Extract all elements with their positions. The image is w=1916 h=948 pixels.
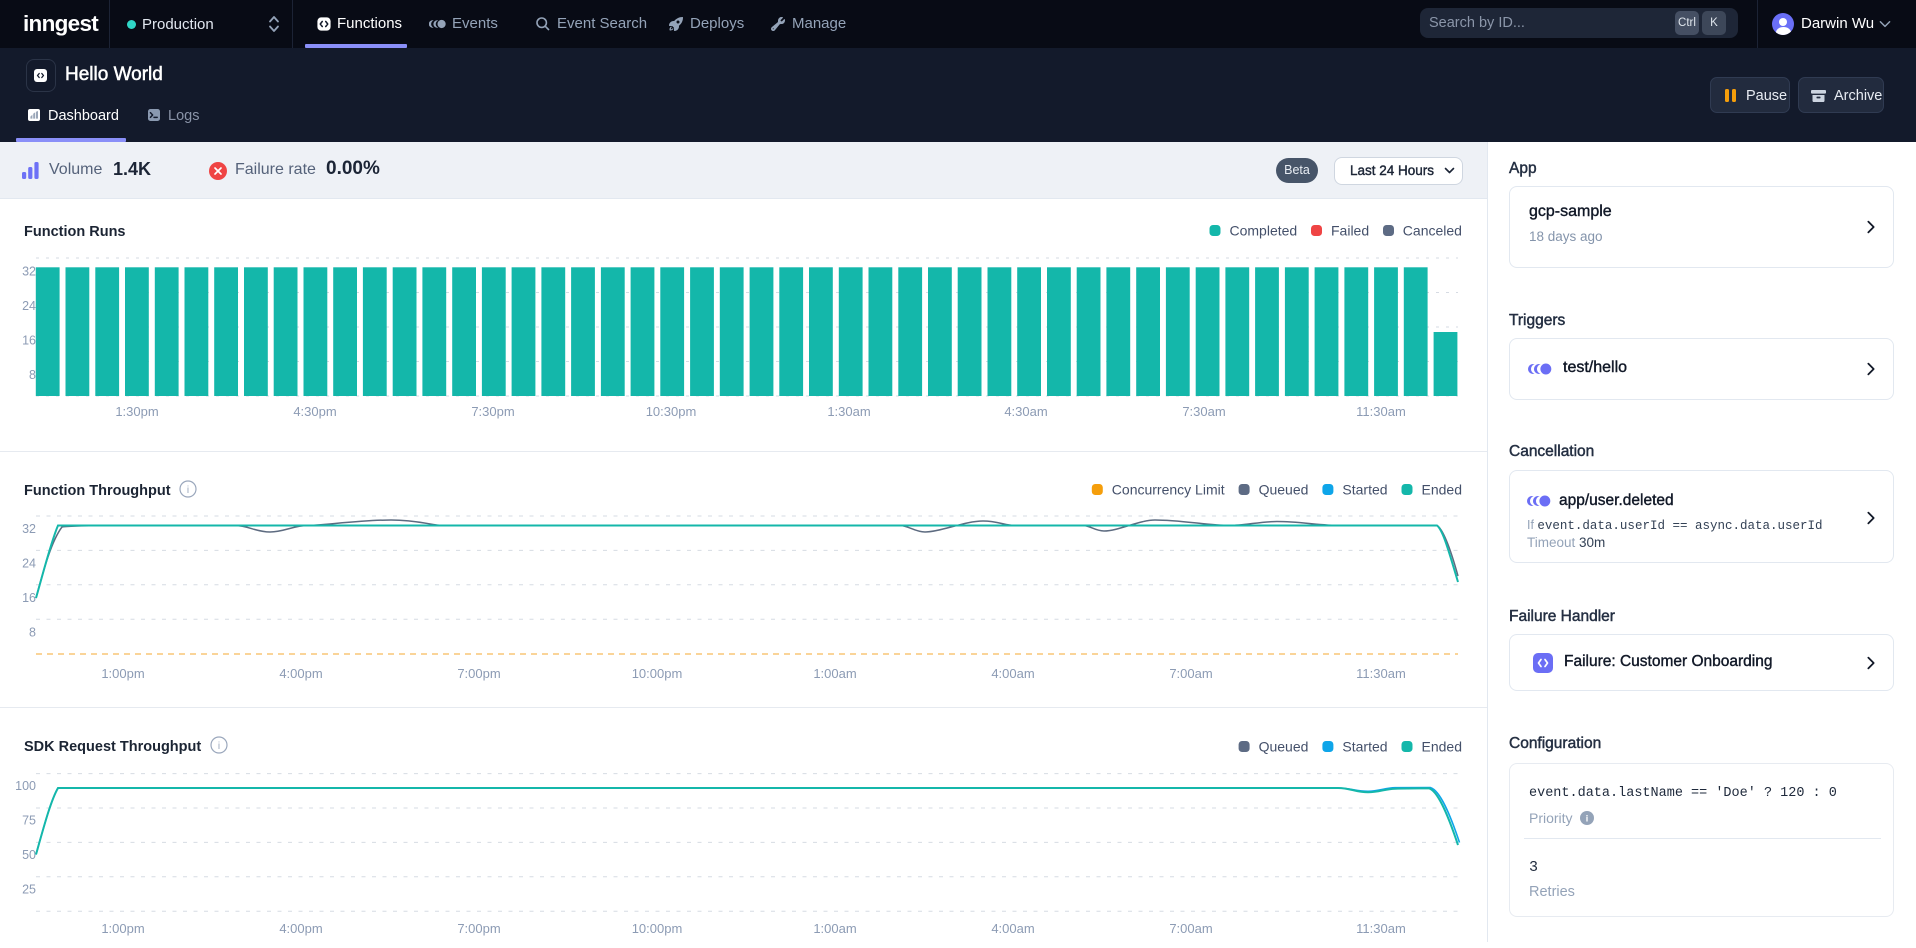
- svg-text:1:30pm: 1:30pm: [115, 404, 158, 419]
- svg-text:4:00am: 4:00am: [991, 921, 1034, 936]
- svg-text:24: 24: [22, 557, 36, 571]
- svg-text:24: 24: [22, 299, 36, 313]
- svg-text:Failed: Failed: [1331, 223, 1369, 239]
- svg-text:Concurrency Limit: Concurrency Limit: [1112, 482, 1225, 498]
- svg-text:Function Runs: Function Runs: [24, 224, 126, 240]
- svg-text:SDK Request Throughput: SDK Request Throughput: [24, 739, 201, 755]
- svg-text:Started: Started: [1342, 482, 1387, 498]
- svg-text:50: 50: [22, 848, 36, 862]
- svg-text:8: 8: [29, 626, 36, 640]
- svg-text:i: i: [218, 741, 220, 752]
- svg-text:1:00am: 1:00am: [813, 921, 856, 936]
- svg-text:Completed: Completed: [1230, 223, 1298, 239]
- svg-text:10:00pm: 10:00pm: [632, 666, 683, 681]
- svg-text:4:00am: 4:00am: [991, 666, 1034, 681]
- svg-text:4:30pm: 4:30pm: [293, 404, 336, 419]
- svg-text:Started: Started: [1342, 739, 1387, 755]
- svg-text:11:30am: 11:30am: [1356, 404, 1406, 419]
- svg-text:10:00pm: 10:00pm: [632, 921, 683, 936]
- svg-text:32: 32: [22, 522, 36, 536]
- svg-text:32: 32: [22, 265, 36, 279]
- svg-text:Ended: Ended: [1422, 482, 1462, 498]
- svg-text:Function Throughput: Function Throughput: [24, 483, 171, 499]
- svg-text:7:00am: 7:00am: [1169, 666, 1212, 681]
- svg-text:7:00pm: 7:00pm: [457, 666, 500, 681]
- svg-text:16: 16: [22, 334, 36, 348]
- svg-text:Ended: Ended: [1422, 739, 1462, 755]
- svg-text:8: 8: [29, 368, 36, 382]
- svg-text:4:00pm: 4:00pm: [279, 921, 322, 936]
- svg-text:i: i: [187, 485, 189, 496]
- svg-text:1:00pm: 1:00pm: [101, 666, 144, 681]
- svg-text:100: 100: [15, 779, 36, 793]
- svg-text:16: 16: [22, 591, 36, 605]
- svg-text:7:30pm: 7:30pm: [471, 404, 514, 419]
- svg-text:75: 75: [22, 814, 36, 828]
- svg-text:10:30pm: 10:30pm: [646, 404, 697, 419]
- svg-text:25: 25: [22, 883, 36, 897]
- svg-text:1:00am: 1:00am: [813, 666, 856, 681]
- svg-text:Canceled: Canceled: [1403, 223, 1462, 239]
- svg-text:7:00pm: 7:00pm: [457, 921, 500, 936]
- svg-text:4:30am: 4:30am: [1004, 404, 1047, 419]
- svg-text:i: i: [1586, 814, 1589, 824]
- svg-text:Queued: Queued: [1259, 739, 1309, 755]
- svg-text:4:00pm: 4:00pm: [279, 666, 322, 681]
- svg-text:1:30am: 1:30am: [827, 404, 870, 419]
- svg-text:11:30am: 11:30am: [1356, 921, 1406, 936]
- svg-text:1:00pm: 1:00pm: [101, 921, 144, 936]
- svg-text:7:30am: 7:30am: [1182, 404, 1225, 419]
- svg-text:11:30am: 11:30am: [1356, 666, 1406, 681]
- svg-text:7:00am: 7:00am: [1169, 921, 1212, 936]
- svg-text:Queued: Queued: [1259, 482, 1309, 498]
